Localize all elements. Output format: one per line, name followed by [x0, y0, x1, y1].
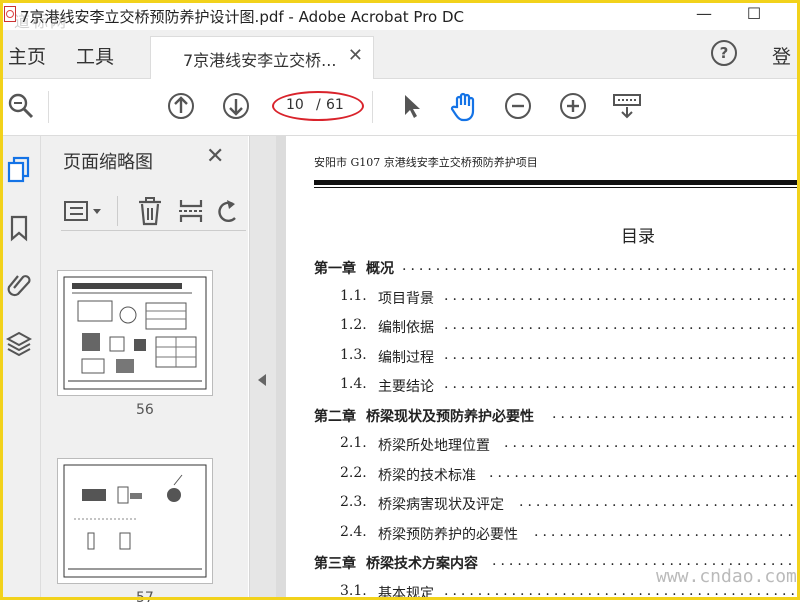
- thumbnail-tools: [61, 194, 246, 231]
- toc-entry-number: 2.4.: [340, 523, 367, 540]
- document-header: 安阳市 G107 京港线安李立交桥预防养护项目: [314, 156, 538, 169]
- select-cursor-icon[interactable]: [396, 91, 426, 121]
- toolbar-divider: [48, 91, 49, 123]
- toc-entry[interactable]: 1.3. 编制过程................................…: [286, 347, 800, 367]
- options-icon[interactable]: [63, 200, 105, 224]
- previous-page-icon[interactable]: [166, 91, 196, 121]
- delete-page-icon[interactable]: [137, 196, 163, 226]
- site-watermark: www.cndao.com: [656, 566, 797, 587]
- collapse-arrow-icon[interactable]: [258, 374, 266, 386]
- watermark-text: 道标网: [14, 12, 69, 31]
- toc-entry-text: 桥梁现状及预防养护必要性: [366, 408, 534, 425]
- bookmarks-icon[interactable]: [6, 214, 32, 242]
- thumbnail-page-label: 56: [136, 402, 154, 418]
- panel-title: 页面缩略图: [63, 152, 153, 173]
- zoom-search-icon[interactable]: [6, 91, 36, 121]
- toc-entry-number: 第二章: [314, 408, 356, 425]
- toolbar-divider: [372, 91, 373, 123]
- toc-entry-number: 第三章: [314, 556, 356, 572]
- toc-entry-number: 1.4.: [340, 376, 367, 392]
- navigation-rail: [0, 136, 41, 600]
- toc-entry[interactable]: 2.1. 桥梁所处地理位置............................…: [286, 435, 800, 455]
- minimize-button[interactable]: —: [694, 4, 714, 24]
- toc-leader-dots: ........................................…: [489, 464, 800, 481]
- toc-leader-dots: ........................................…: [402, 258, 800, 274]
- toc-entry-text: 桥梁预防养护的必要性: [378, 526, 518, 543]
- toc-leader-dots: ........................................…: [534, 523, 800, 540]
- maximize-button[interactable]: ☐: [744, 4, 764, 24]
- title-bar: 7京港线安李立交桥预防养护设计图.pdf - Adobe Acrobat Pro…: [0, 0, 800, 31]
- zoom-in-icon[interactable]: [558, 91, 588, 121]
- toc-entry[interactable]: 1.2. 编制依据................................…: [286, 317, 800, 337]
- toc-entry-number: 1.3.: [340, 346, 367, 363]
- document-tab-label: 7京港线安李立交桥...: [183, 51, 337, 70]
- thumbnail-page-label: 57: [136, 590, 154, 606]
- toc-entry-number: 3.1.: [340, 582, 367, 599]
- pdf-page: 安阳市 G107 京港线安李立交桥预防养护项目 目录 第一章 概况........…: [286, 136, 800, 602]
- toc-entry[interactable]: 1.1. 项目背景................................…: [286, 288, 800, 308]
- close-panel-icon[interactable]: ✕: [206, 144, 224, 169]
- collapse-panel-strip[interactable]: [249, 136, 276, 600]
- menu-home[interactable]: 主页: [8, 42, 46, 69]
- toc-entry-text: 项目背景: [378, 290, 434, 307]
- toc-entry[interactable]: 2.3. 桥梁病害现状及评定...........................…: [286, 494, 800, 514]
- toc-entry[interactable]: 第一章 概况...................................…: [286, 258, 800, 278]
- attachments-icon[interactable]: [6, 270, 32, 298]
- toc-entry[interactable]: 2.4. 桥梁预防养护的必要性..........................…: [286, 524, 800, 544]
- document-tab[interactable]: 7京港线安李立交桥... ✕: [150, 36, 374, 79]
- toc-entry[interactable]: 2.2. 桥梁的技术标准.............................…: [286, 465, 800, 485]
- header-rule-thin: [314, 187, 800, 188]
- extract-pages-icon[interactable]: [177, 196, 205, 226]
- toc-entry[interactable]: 1.4. 主要结论................................…: [286, 376, 800, 396]
- toc-entry-number: 1.2.: [340, 317, 367, 333]
- toc-entry-text: 桥梁技术方案内容: [366, 556, 478, 572]
- toc-entry-number: 1.1.: [340, 287, 367, 304]
- toolbar: 10 / 61: [0, 79, 800, 136]
- next-page-icon[interactable]: [221, 91, 251, 121]
- zoom-out-icon[interactable]: [503, 91, 533, 121]
- red-highlight-oval: [272, 91, 364, 121]
- page-thumbnails-icon[interactable]: [6, 156, 32, 184]
- toc-entry-number: 2.2.: [340, 464, 367, 481]
- toc-entry-text: 主要结论: [378, 379, 434, 395]
- toc-entry-text: 桥梁所处地理位置: [378, 438, 490, 454]
- toc-entry-text: 编制依据: [378, 320, 434, 336]
- menu-tools[interactable]: 工具: [76, 42, 114, 69]
- header-rule: [314, 180, 800, 185]
- thumbnails-panel: 页面缩略图 ✕ 56 57: [41, 136, 285, 606]
- rotate-page-icon[interactable]: [217, 198, 239, 226]
- toc-entry-text: 桥梁的技术标准: [378, 467, 476, 484]
- layers-icon[interactable]: [5, 330, 33, 358]
- toc-entry-text: 编制过程: [378, 349, 434, 366]
- toc-leader-dots: ........................................…: [552, 405, 800, 422]
- toc-leader-dots: ........................................…: [444, 287, 800, 304]
- hand-tool-icon[interactable]: [448, 91, 478, 122]
- menu-bar: 主页 工具 7京港线安李立交桥... ✕ ? 登: [0, 30, 800, 79]
- toc-leader-dots: ........................................…: [444, 376, 800, 392]
- toc-entry-text: 概况: [366, 261, 394, 277]
- toc-title: 目录: [621, 227, 655, 247]
- toc-leader-dots: ........................................…: [504, 435, 800, 451]
- keyboard-tools-icon[interactable]: [612, 91, 642, 121]
- login-button[interactable]: 登: [772, 42, 791, 69]
- tools-divider: [117, 196, 118, 226]
- toc-leader-dots: ........................................…: [519, 494, 800, 510]
- page-thumbnail[interactable]: [57, 458, 213, 584]
- toc-entry-number: 2.3.: [340, 494, 367, 510]
- window-title: 7京港线安李立交桥预防养护设计图.pdf - Adobe Acrobat Pro…: [20, 8, 465, 26]
- toc-entry-number: 第一章: [314, 261, 356, 277]
- toc-entry-number: 2.1.: [340, 435, 367, 451]
- help-icon[interactable]: ?: [711, 40, 737, 66]
- toc-leader-dots: ........................................…: [444, 317, 800, 333]
- close-tab-icon[interactable]: ✕: [348, 45, 363, 66]
- toc-entry-text: 桥梁病害现状及评定: [378, 497, 504, 513]
- page-thumbnail[interactable]: [57, 270, 213, 396]
- toc-leader-dots: ........................................…: [444, 346, 800, 363]
- toc-entry[interactable]: 第二章 桥梁现状及预防养护必要性.........................…: [286, 406, 800, 426]
- document-view[interactable]: 安阳市 G107 京港线安李立交桥预防养护项目 目录 第一章 概况........…: [276, 136, 800, 602]
